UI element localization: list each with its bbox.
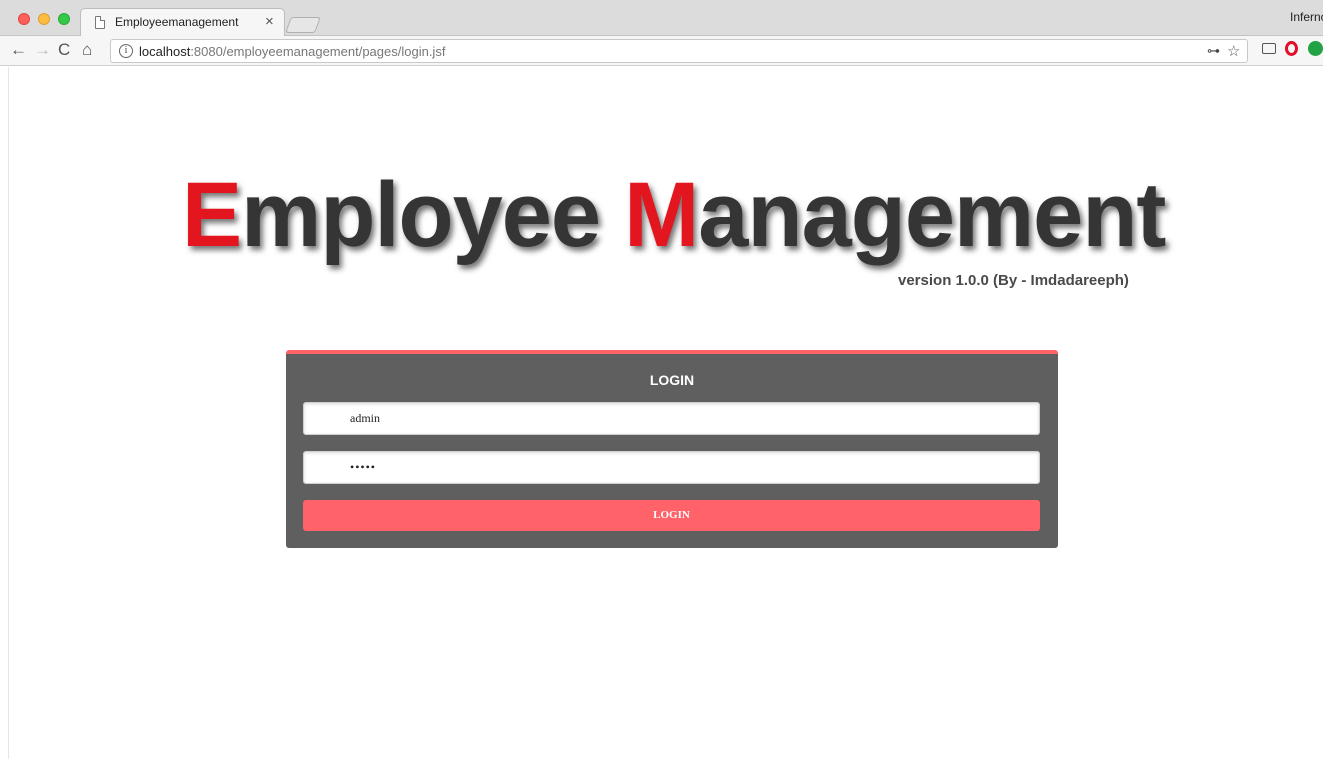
logo-word-employee: mployee <box>241 164 625 266</box>
logo-word-management: anagement <box>698 164 1166 266</box>
login-form: LOGIN LOGIN <box>286 350 1058 548</box>
app-logo-title: Employee Management <box>182 163 1166 273</box>
tab-title: Employeemanagement <box>115 15 239 29</box>
page-content: Employee Management version 1.0.0 (By - … <box>8 67 1323 759</box>
address-bar[interactable]: i localhost:8080/employeemanagement/page… <box>110 39 1248 63</box>
opera-extension-icon[interactable] <box>1285 41 1298 56</box>
browser-toolbar: ← → C ⌂ i localhost:8080/employeemanagem… <box>0 36 1323 66</box>
back-arrow-icon[interactable]: ← <box>10 40 27 60</box>
home-icon[interactable]: ⌂ <box>82 40 92 60</box>
browser-tab-bar: Employeemanagement × Inferno <box>0 0 1323 36</box>
minimize-window-button[interactable] <box>38 13 50 25</box>
logo-initial-e: E <box>182 164 242 266</box>
info-icon[interactable]: i <box>119 44 133 58</box>
url-path: :8080/employeemanagement/pages/login.jsf <box>190 44 446 59</box>
browser-tab-active[interactable]: Employeemanagement × <box>80 8 285 36</box>
bookmark-star-icon[interactable]: ☆ <box>1227 42 1240 60</box>
username-input[interactable] <box>303 402 1040 435</box>
url-host: localhost <box>139 44 191 59</box>
reload-icon[interactable]: C <box>58 40 70 60</box>
login-heading: LOGIN <box>649 372 695 388</box>
logo-initial-m: M <box>624 164 699 266</box>
maximize-window-button[interactable] <box>58 13 70 25</box>
new-tab-button[interactable] <box>285 17 321 33</box>
login-button[interactable]: LOGIN <box>303 500 1040 531</box>
close-window-button[interactable] <box>18 13 30 25</box>
extension-icon[interactable] <box>1308 41 1323 56</box>
url-text[interactable]: localhost:8080/employeemanagement/pages/… <box>139 44 445 59</box>
cast-icon[interactable] <box>1262 43 1276 54</box>
tab-close-icon[interactable]: × <box>265 13 274 30</box>
password-input[interactable] <box>303 451 1040 484</box>
version-label: version 1.0.0 (By - Imdadareeph) <box>898 272 1129 289</box>
key-icon[interactable]: ⊶ <box>1207 43 1220 59</box>
page-icon <box>95 16 105 29</box>
profile-name[interactable]: Inferno <box>1290 10 1323 24</box>
forward-arrow-icon[interactable]: → <box>34 40 51 60</box>
